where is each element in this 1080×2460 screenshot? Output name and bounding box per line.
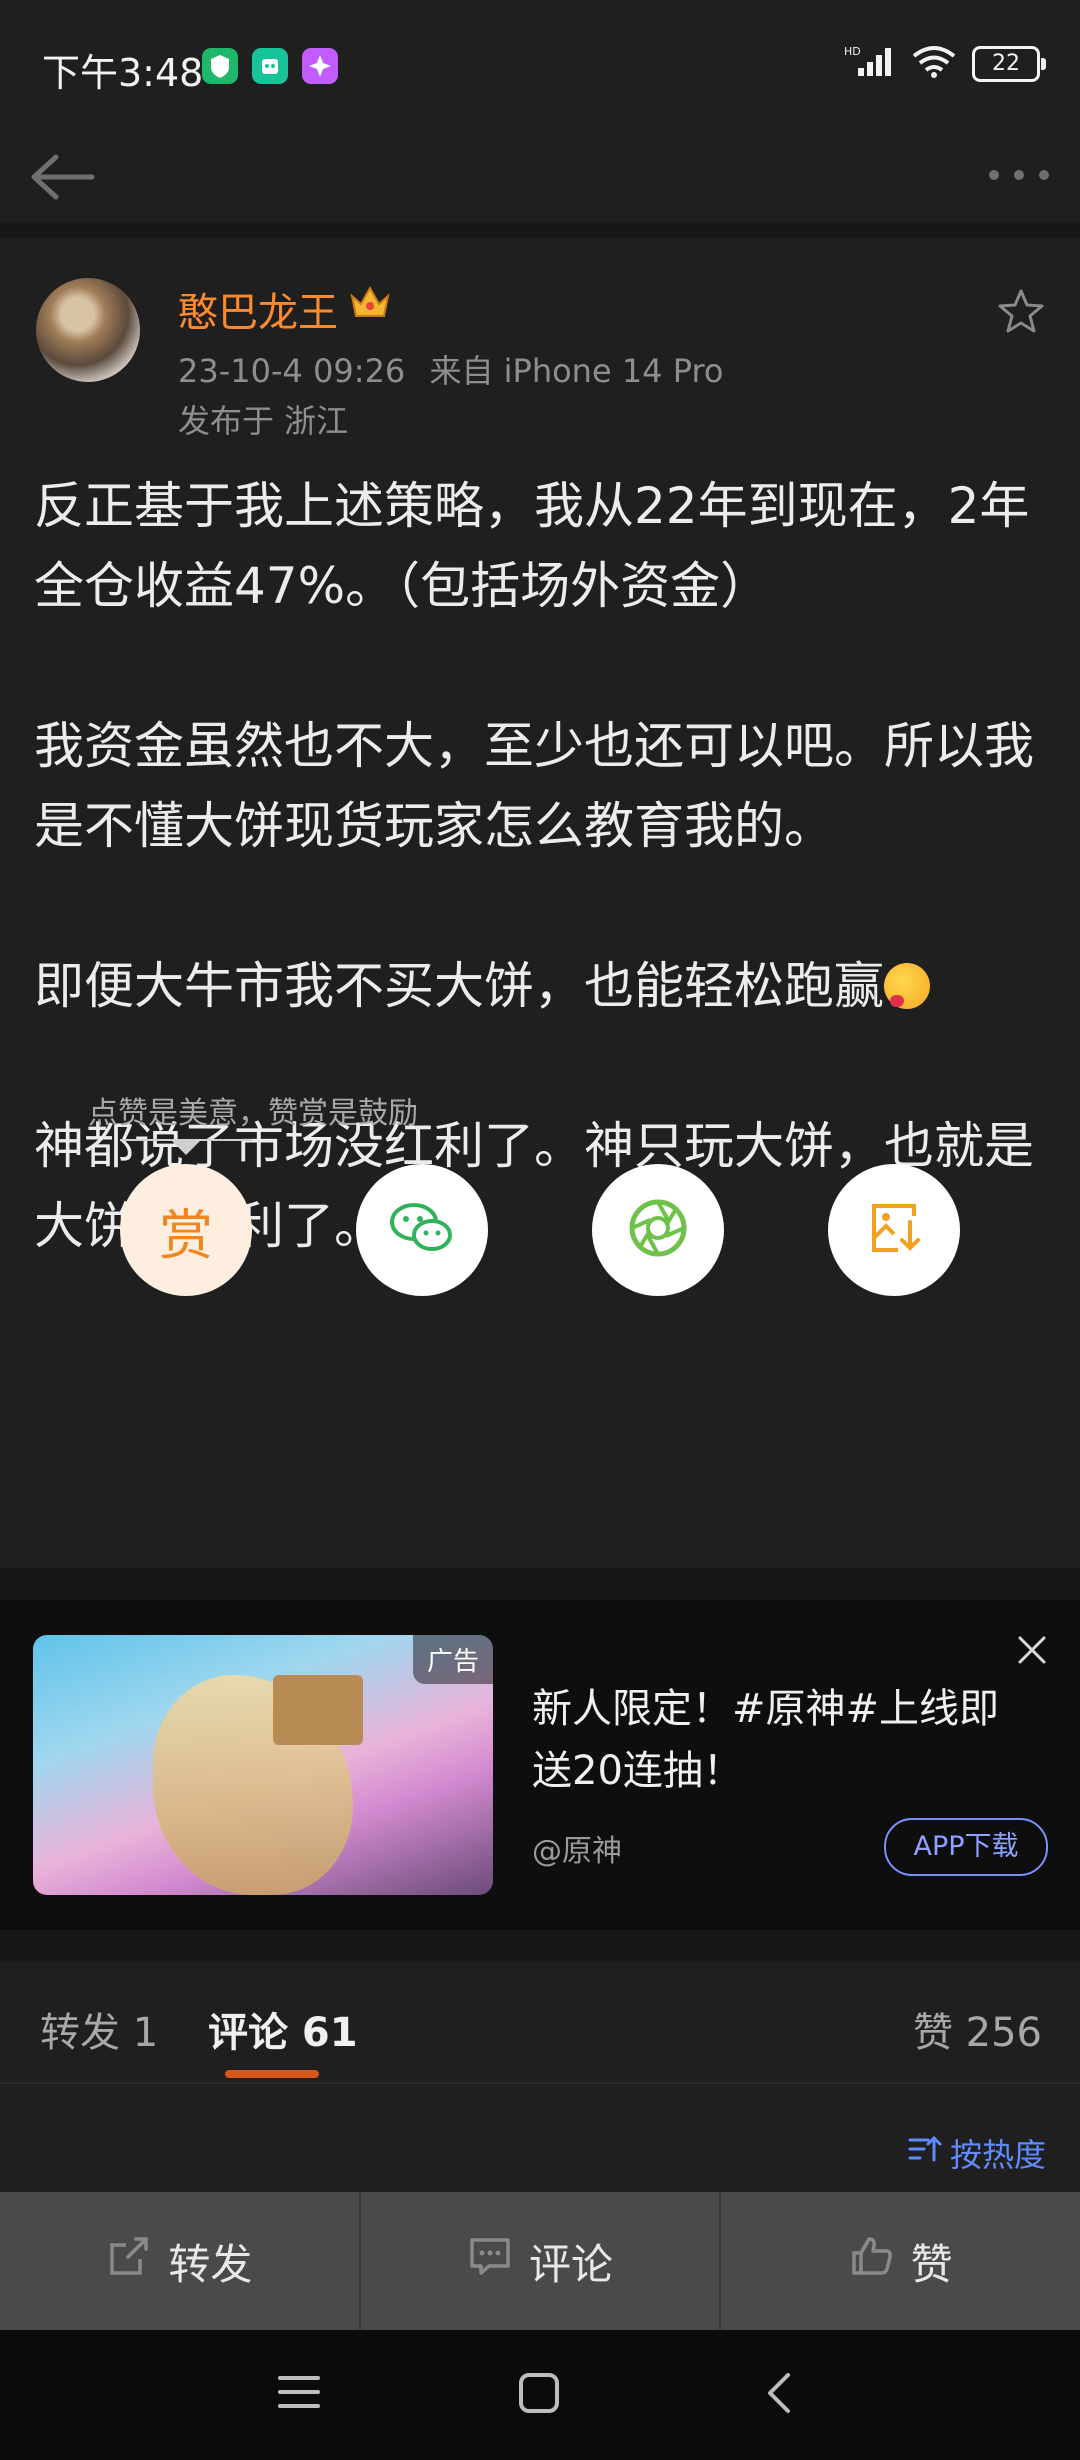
post-meta: 23-10-4 09:26 来自 iPhone 14 Pro xyxy=(178,346,723,392)
more-dots-icon[interactable] xyxy=(984,155,1054,195)
signal-icon: HD xyxy=(844,44,896,84)
post-paragraph: 我资金虽然也不大，至少也还可以吧。所以我是不懂大饼现货玩家怎么教育我的。 xyxy=(34,717,1034,855)
sort-label: 按热度 xyxy=(949,2136,1046,2174)
comment-button[interactable]: 评论 xyxy=(361,2192,722,2330)
top-nav xyxy=(0,135,1080,225)
section-divider xyxy=(0,1568,1080,1600)
ad-image[interactable]: 广告 xyxy=(33,1635,493,1895)
tab-indicator xyxy=(225,2070,319,2078)
wechat-share-button[interactable] xyxy=(356,1164,488,1296)
repost-label: 转发 xyxy=(168,2239,253,2289)
comment-label: 评论 xyxy=(529,2239,614,2289)
engagement-tabs: 转发 1 评论 61 赞 256 xyxy=(0,1962,1080,2082)
sort-by-hot-button[interactable]: 按热度 xyxy=(908,2130,1046,2176)
author-name[interactable]: 憨巴龙王 xyxy=(178,280,338,338)
post-paragraph: 反正基于我上述策略，我从22年到现在，2年全仓收益47%。（包括场外资金） xyxy=(34,477,1030,615)
close-icon[interactable] xyxy=(1014,1632,1050,1668)
save-image-button[interactable] xyxy=(828,1164,960,1296)
status-indicators: HD 22 xyxy=(844,44,1046,84)
tab-comments[interactable]: 评论 61 xyxy=(208,2000,358,2058)
menu-icon[interactable] xyxy=(276,2372,322,2416)
status-time: 下午3:48 xyxy=(42,51,204,95)
bottom-action-bar: 转发 评论 赞 xyxy=(0,2192,1080,2330)
back-arrow-icon[interactable] xyxy=(26,147,96,207)
thumbs-up-icon xyxy=(849,2233,895,2289)
home-icon[interactable] xyxy=(516,2370,562,2420)
comment-icon xyxy=(467,2233,513,2289)
post-timestamp: 23-10-4 09:26 xyxy=(178,352,406,390)
crown-badge-icon xyxy=(348,282,392,322)
avatar[interactable] xyxy=(36,278,140,382)
ad-box-art xyxy=(273,1675,363,1745)
post-paragraph: 即便大牛市我不买大饼，也能轻松跑赢 xyxy=(34,946,1049,1026)
wifi-icon xyxy=(910,44,958,84)
tab-likes[interactable]: 赞 256 xyxy=(913,2000,1042,2058)
moments-share-button[interactable] xyxy=(592,1164,724,1296)
post-source: 来自 iPhone 14 Pro xyxy=(429,352,724,390)
back-icon[interactable] xyxy=(758,2370,804,2420)
sort-icon xyxy=(908,2134,942,2172)
section-divider xyxy=(0,222,1080,238)
battery-indicator: 22 xyxy=(972,46,1046,82)
system-nav-bar xyxy=(0,2330,1080,2460)
save-image-icon xyxy=(864,1198,924,1262)
spark-app-icon xyxy=(302,48,338,84)
app-download-button[interactable]: APP下载 xyxy=(884,1818,1048,1876)
reward-button[interactable]: 赏 xyxy=(120,1164,252,1296)
post-paragraph-text: 即便大牛市我不买大饼，也能轻松跑赢 xyxy=(34,957,884,1015)
like-button[interactable]: 赞 xyxy=(721,2192,1080,2330)
repost-button[interactable]: 转发 xyxy=(0,2192,361,2330)
shield-app-icon xyxy=(202,48,238,84)
tip-caret xyxy=(172,1141,200,1155)
emoji-icon xyxy=(884,963,930,1009)
reward-tip: 点赞是美意，赞赏是鼓励 xyxy=(88,1096,418,1131)
post-card: 憨巴龙王 23-10-4 09:26 来自 iPhone 14 Pro 发布于 … xyxy=(0,238,1080,1568)
moments-aperture-icon xyxy=(626,1196,690,1264)
post-location: 发布于 浙江 xyxy=(178,402,349,440)
tab-repost[interactable]: 转发 1 xyxy=(40,2000,158,2058)
svg-text:HD: HD xyxy=(844,45,861,58)
ad-card[interactable]: 广告 新人限定！#原神#上线即送20连抽！ @原神 APP下载 xyxy=(0,1600,1080,1930)
like-label: 赞 xyxy=(910,2239,953,2289)
ad-title[interactable]: 新人限定！#原神#上线即送20连抽！ xyxy=(532,1678,1002,1802)
share-icon xyxy=(106,2233,152,2289)
reward-label: 赏 xyxy=(159,1203,213,1267)
robot-app-icon xyxy=(252,48,288,84)
status-bar: 下午3:48 HD 22 xyxy=(0,0,1080,135)
tabs-divider xyxy=(0,2082,1080,2084)
favorite-star-icon[interactable] xyxy=(996,286,1046,336)
ad-badge: 广告 xyxy=(412,1635,493,1684)
wechat-icon xyxy=(387,1198,457,1262)
ad-source: @原神 xyxy=(532,1834,622,1869)
section-divider xyxy=(0,1930,1080,1962)
